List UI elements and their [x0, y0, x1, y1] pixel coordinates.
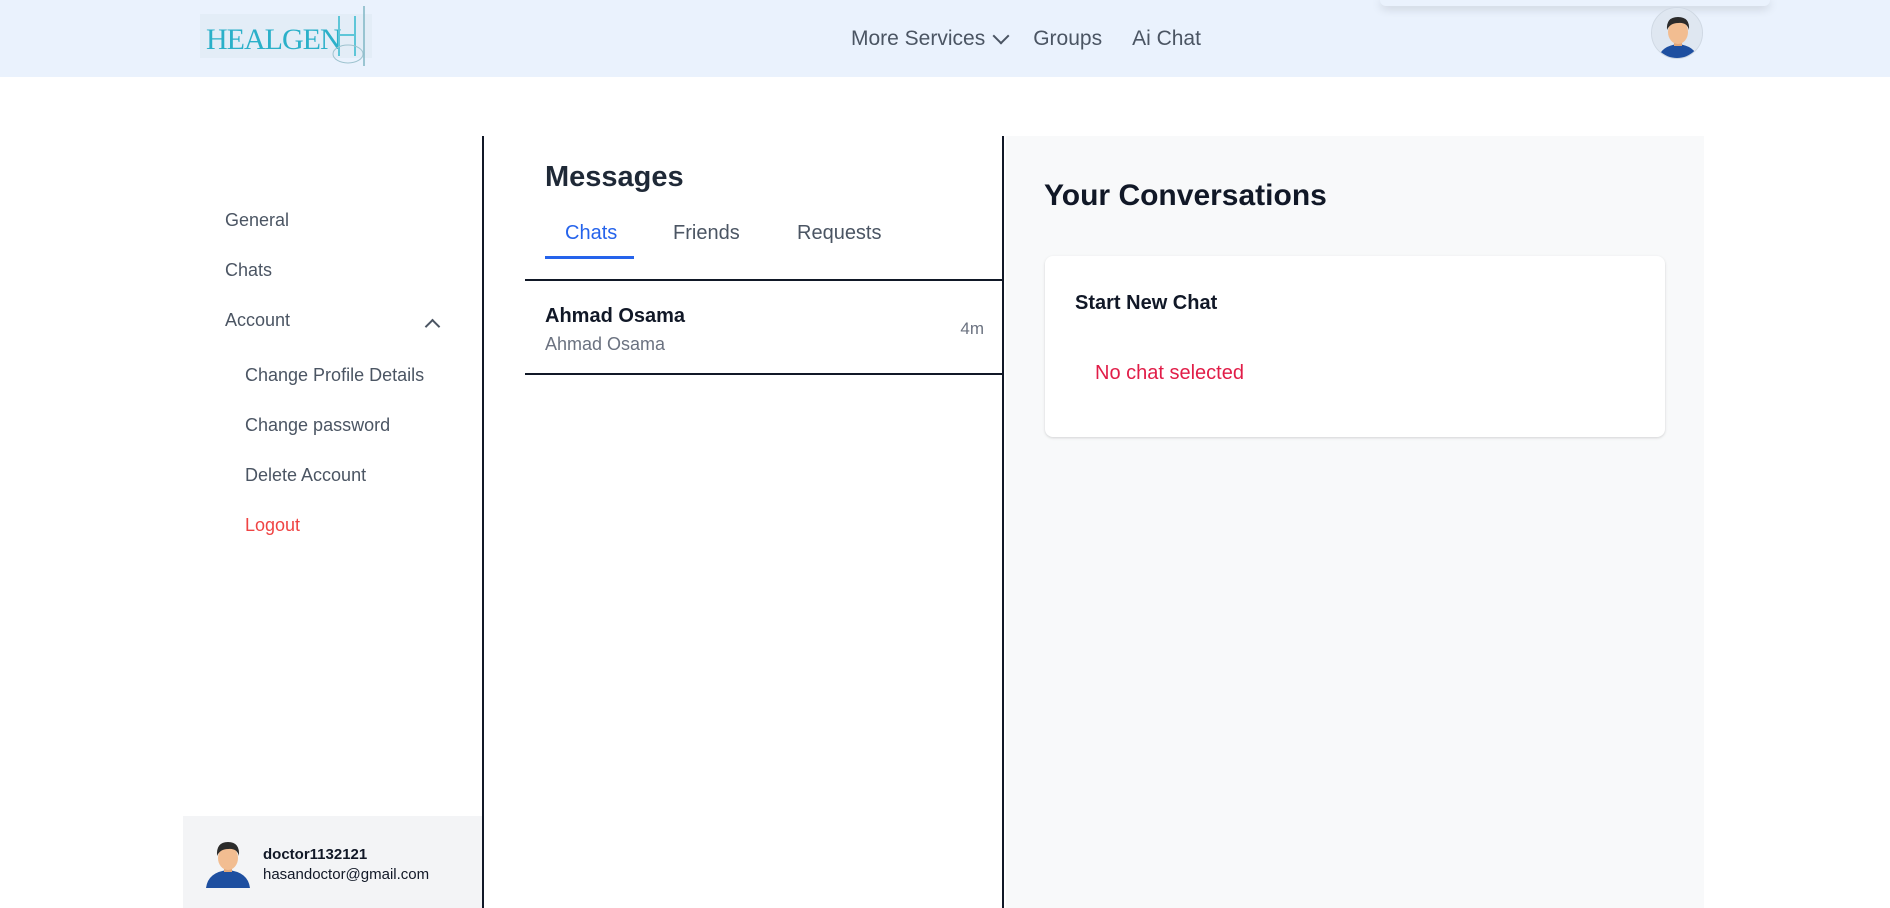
messages-title: Messages [545, 161, 684, 193]
user-email: hasandoctor@gmail.com [263, 866, 430, 883]
profile-avatar-button[interactable] [1651, 7, 1703, 59]
chat-last-message: Ahmad Osama [545, 334, 666, 354]
sidebar-item-account[interactable]: Account [225, 310, 290, 331]
messages-panel: Messages Chats Friends Requests Ahmad Os… [486, 136, 1004, 908]
chat-contact-name: Ahmad Osama [545, 305, 686, 327]
start-new-chat-card: Start New Chat No chat selected [1045, 256, 1665, 437]
sidebar-item-chats[interactable]: Chats [225, 260, 272, 281]
avatar [206, 838, 250, 888]
tab-requests[interactable]: Requests [797, 222, 882, 245]
nav-ai-chat[interactable]: Ai Chat [1132, 27, 1201, 51]
user-username: doctor1132121 [263, 846, 368, 863]
user-avatar-icon [206, 842, 250, 888]
sidebar-item-delete-account[interactable]: Delete Account [245, 465, 366, 486]
logo-wordmark: HEALGEN [206, 23, 341, 56]
current-user-card: doctor1132121 hasandoctor@gmail.com [183, 816, 482, 908]
user-avatar-icon [1652, 8, 1702, 58]
settings-sidebar: General Chats Account Change Profile Det… [183, 136, 484, 908]
chat-timestamp: 4m [960, 319, 984, 338]
sidebar-item-change-password[interactable]: Change password [245, 415, 390, 436]
main-nav: More Services Groups Ai Chat [851, 22, 1201, 56]
nav-more-services[interactable]: More Services [851, 27, 1010, 51]
top-navbar: HEALGEN More Services Groups Ai Chat [0, 0, 1890, 77]
chevron-down-icon [992, 27, 1010, 45]
conversations-panel: Your Conversations Start New Chat No cha… [1006, 136, 1704, 908]
nav-groups[interactable]: Groups [1033, 27, 1102, 51]
conversations-title: Your Conversations [1044, 179, 1327, 212]
healgen-logo[interactable]: HEALGEN [200, 6, 372, 66]
tab-chats[interactable]: Chats [565, 222, 617, 245]
no-chat-selected-message: No chat selected [1095, 362, 1244, 384]
chat-list-item[interactable]: Ahmad Osama Ahmad Osama 4m [525, 279, 1004, 375]
profile-dropdown-shadow [1380, 0, 1770, 6]
tab-friends[interactable]: Friends [673, 222, 740, 245]
sidebar-item-change-profile-details[interactable]: Change Profile Details [245, 365, 424, 386]
nav-more-services-label: More Services [851, 27, 986, 50]
start-new-chat-title: Start New Chat [1075, 292, 1218, 314]
chevron-up-icon[interactable] [424, 318, 441, 335]
active-tab-indicator [545, 256, 634, 259]
sidebar-item-logout[interactable]: Logout [245, 515, 300, 536]
sidebar-item-general[interactable]: General [225, 210, 289, 231]
